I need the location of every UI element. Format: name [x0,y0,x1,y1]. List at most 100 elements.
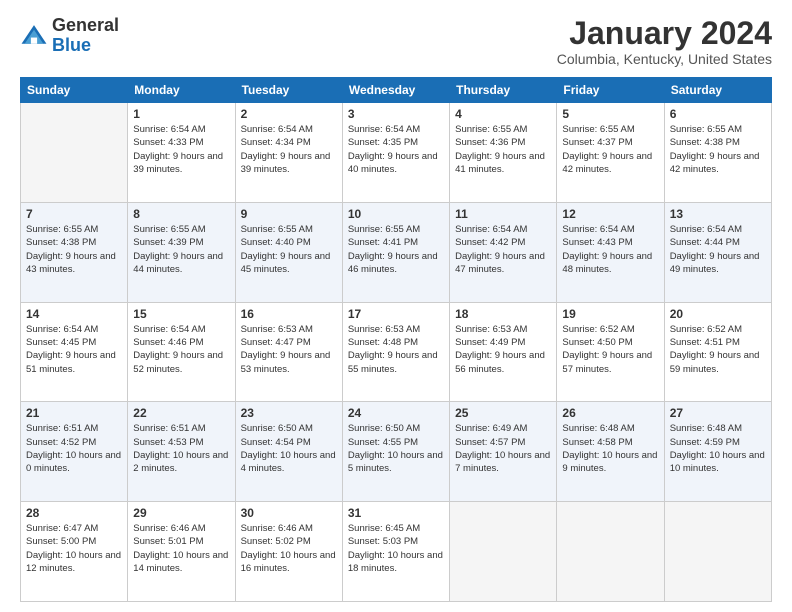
calendar-cell: 7Sunrise: 6:55 AMSunset: 4:38 PMDaylight… [21,202,128,302]
sunset-text: Sunset: 4:54 PM [241,436,337,449]
daylight-text-2: 46 minutes. [348,263,444,276]
daylight-text-2: 9 minutes. [562,462,658,475]
calendar-week-4: 21Sunrise: 6:51 AMSunset: 4:52 PMDayligh… [21,402,772,502]
sunset-text: Sunset: 4:38 PM [26,236,122,249]
daylight-text-1: Daylight: 9 hours and [562,250,658,263]
sunrise-text: Sunrise: 6:49 AM [455,422,551,435]
sunset-text: Sunset: 4:49 PM [455,336,551,349]
sunrise-text: Sunrise: 6:45 AM [348,522,444,535]
day-info: Sunrise: 6:49 AMSunset: 4:57 PMDaylight:… [455,422,551,475]
daylight-text-2: 41 minutes. [455,163,551,176]
sunset-text: Sunset: 4:52 PM [26,436,122,449]
day-info: Sunrise: 6:55 AMSunset: 4:40 PMDaylight:… [241,223,337,276]
day-info: Sunrise: 6:54 AMSunset: 4:35 PMDaylight:… [348,123,444,176]
sunrise-text: Sunrise: 6:54 AM [133,123,229,136]
calendar-header-saturday: Saturday [664,78,771,103]
logo-general-text: General [52,15,119,35]
sunset-text: Sunset: 4:50 PM [562,336,658,349]
sunrise-text: Sunrise: 6:55 AM [133,223,229,236]
sunrise-text: Sunrise: 6:53 AM [348,323,444,336]
day-number: 24 [348,406,444,420]
calendar-cell: 21Sunrise: 6:51 AMSunset: 4:52 PMDayligh… [21,402,128,502]
day-number: 20 [670,307,766,321]
day-number: 1 [133,107,229,121]
sunset-text: Sunset: 4:58 PM [562,436,658,449]
day-number: 18 [455,307,551,321]
calendar-cell: 22Sunrise: 6:51 AMSunset: 4:53 PMDayligh… [128,402,235,502]
day-info: Sunrise: 6:48 AMSunset: 4:58 PMDaylight:… [562,422,658,475]
day-info: Sunrise: 6:46 AMSunset: 5:02 PMDaylight:… [241,522,337,575]
day-number: 8 [133,207,229,221]
calendar-cell: 30 Sunrise: 6:46 AMSunset: 5:02 PMDayligh… [235,502,342,602]
calendar-cell [21,103,128,203]
calendar-week-1: 1Sunrise: 6:54 AMSunset: 4:33 PMDaylight… [21,103,772,203]
sunrise-text: Sunrise: 6:54 AM [133,323,229,336]
day-info: Sunrise: 6:51 AMSunset: 4:53 PMDaylight:… [133,422,229,475]
day-number: 7 [26,207,122,221]
calendar-week-5: 28 Sunrise: 6:47 AMSunset: 5:00 PMDayligh… [21,502,772,602]
sunrise-text: Sunrise: 6:46 AM [241,522,337,535]
day-number: 28 [26,506,122,520]
daylight-text-2: 42 minutes. [562,163,658,176]
calendar-subtitle: Columbia, Kentucky, United States [557,51,772,67]
sunset-text: Sunset: 4:46 PM [133,336,229,349]
sunrise-text: Sunrise: 6:51 AM [26,422,122,435]
day-number: 30 [241,506,337,520]
daylight-text-1: Daylight: 10 hours and [670,449,766,462]
sunset-text: Sunset: 4:41 PM [348,236,444,249]
calendar-cell: 17Sunrise: 6:53 AMSunset: 4:48 PMDayligh… [342,302,449,402]
calendar-cell: 16Sunrise: 6:53 AMSunset: 4:47 PMDayligh… [235,302,342,402]
daylight-text-2: 7 minutes. [455,462,551,475]
day-number: 14 [26,307,122,321]
daylight-text-2: 44 minutes. [133,263,229,276]
daylight-text-2: 40 minutes. [348,163,444,176]
daylight-text-2: 57 minutes. [562,363,658,376]
logo-icon [20,22,48,50]
sunrise-text: Sunrise: 6:53 AM [455,323,551,336]
daylight-text-1: Daylight: 10 hours and [26,549,122,562]
sunrise-text: Sunrise: 6:54 AM [26,323,122,336]
calendar-cell: 26Sunrise: 6:48 AMSunset: 4:58 PMDayligh… [557,402,664,502]
sunrise-text: Sunrise: 6:47 AM [26,522,122,535]
daylight-text-1: Daylight: 9 hours and [348,349,444,362]
sunset-text: Sunset: 4:36 PM [455,136,551,149]
sunset-text: Sunset: 4:45 PM [26,336,122,349]
daylight-text-1: Daylight: 9 hours and [562,150,658,163]
daylight-text-2: 0 minutes. [26,462,122,475]
daylight-text-1: Daylight: 9 hours and [26,349,122,362]
calendar-cell: 13Sunrise: 6:54 AMSunset: 4:44 PMDayligh… [664,202,771,302]
calendar-cell: 6Sunrise: 6:55 AMSunset: 4:38 PMDaylight… [664,103,771,203]
calendar-cell: 3Sunrise: 6:54 AMSunset: 4:35 PMDaylight… [342,103,449,203]
day-info: Sunrise: 6:54 AMSunset: 4:43 PMDaylight:… [562,223,658,276]
day-info: Sunrise: 6:53 AMSunset: 4:48 PMDaylight:… [348,323,444,376]
calendar-week-2: 7Sunrise: 6:55 AMSunset: 4:38 PMDaylight… [21,202,772,302]
daylight-text-2: 2 minutes. [133,462,229,475]
calendar-header-tuesday: Tuesday [235,78,342,103]
daylight-text-1: Daylight: 9 hours and [670,250,766,263]
calendar-header-sunday: Sunday [21,78,128,103]
page: General Blue January 2024 Columbia, Kent… [0,0,792,612]
calendar-cell: 23Sunrise: 6:50 AMSunset: 4:54 PMDayligh… [235,402,342,502]
day-info: Sunrise: 6:54 AMSunset: 4:42 PMDaylight:… [455,223,551,276]
daylight-text-2: 53 minutes. [241,363,337,376]
day-info: Sunrise: 6:52 AMSunset: 4:50 PMDaylight:… [562,323,658,376]
sunrise-text: Sunrise: 6:55 AM [26,223,122,236]
day-number: 4 [455,107,551,121]
day-info: Sunrise: 6:53 AMSunset: 4:49 PMDaylight:… [455,323,551,376]
logo-blue-text: Blue [52,35,91,55]
calendar-cell: 11Sunrise: 6:54 AMSunset: 4:42 PMDayligh… [450,202,557,302]
sunrise-text: Sunrise: 6:52 AM [562,323,658,336]
sunrise-text: Sunrise: 6:48 AM [670,422,766,435]
daylight-text-2: 39 minutes. [133,163,229,176]
daylight-text-1: Daylight: 9 hours and [455,150,551,163]
daylight-text-2: 59 minutes. [670,363,766,376]
calendar-cell: 14 Sunrise: 6:54 AMSunset: 4:45 PMDayligh… [21,302,128,402]
sunset-text: Sunset: 4:43 PM [562,236,658,249]
day-info: Sunrise: 6:48 AMSunset: 4:59 PMDaylight:… [670,422,766,475]
sunset-text: Sunset: 5:03 PM [348,535,444,548]
calendar-cell: 28 Sunrise: 6:47 AMSunset: 5:00 PMDayligh… [21,502,128,602]
sunset-text: Sunset: 4:59 PM [670,436,766,449]
daylight-text-1: Daylight: 9 hours and [455,349,551,362]
day-number: 6 [670,107,766,121]
sunset-text: Sunset: 5:00 PM [26,535,122,548]
